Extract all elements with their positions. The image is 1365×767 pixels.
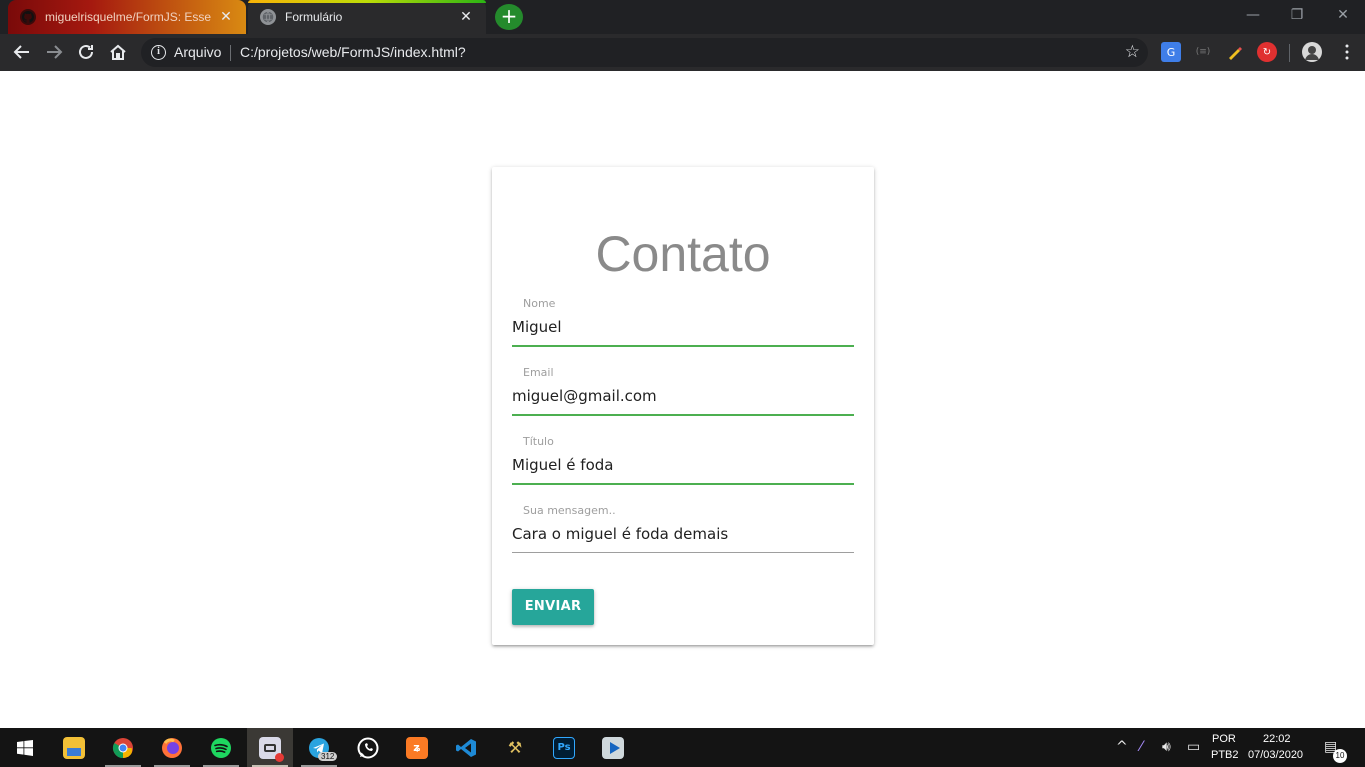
red-extension-icon[interactable]: ↻: [1257, 42, 1277, 62]
contact-form-card: Contato Nome Miguel Email miguel@gmail.c…: [492, 167, 874, 645]
globe-icon: [260, 9, 276, 25]
home-icon[interactable]: [105, 39, 131, 65]
windows-start-icon[interactable]: [2, 728, 48, 767]
pen-extension-icon[interactable]: [1225, 42, 1245, 62]
email-input[interactable]: miguel@gmail.com: [512, 387, 657, 405]
file-explorer-icon[interactable]: [51, 728, 97, 767]
language-top[interactable]: POR: [1212, 733, 1236, 745]
email-field[interactable]: Email miguel@gmail.com: [512, 366, 854, 426]
address-url[interactable]: C:/projetos/web/FormJS/index.html?: [240, 44, 466, 60]
tools-icon[interactable]: ⚒: [492, 728, 538, 767]
form-title: Contato: [595, 226, 771, 282]
menu-kebab-icon[interactable]: [1334, 39, 1360, 65]
tab-strip: miguelrisquelme/FormJS: Esse é ✕ Formulá…: [0, 0, 1365, 34]
address-bar[interactable]: i Arquivo C:/projetos/web/FormJS/index.h…: [141, 38, 1148, 67]
title-label: Título: [523, 435, 554, 448]
browser-toolbar: i Arquivo C:/projetos/web/FormJS/index.h…: [0, 34, 1365, 71]
info-icon[interactable]: i: [151, 45, 166, 60]
github-icon: [20, 9, 36, 25]
chevron-up-icon[interactable]: ^: [1116, 739, 1128, 755]
media-player-icon[interactable]: [590, 728, 636, 767]
forward-icon[interactable]: [41, 39, 67, 65]
photoshop-icon[interactable]: Ps: [541, 728, 587, 767]
message-underline: [512, 552, 854, 553]
title-field[interactable]: Título Miguel é foda: [512, 435, 854, 495]
capture-app-icon[interactable]: [247, 728, 293, 767]
spotify-icon[interactable]: [198, 728, 244, 767]
feather-tray-icon[interactable]: ⁄: [1140, 739, 1142, 755]
tab-close-icon[interactable]: ✕: [218, 9, 234, 25]
notification-count: 10: [1333, 749, 1347, 763]
telegram-icon[interactable]: 312: [296, 728, 342, 767]
address-scheme-label: Arquivo: [174, 44, 222, 60]
name-underline: [512, 345, 854, 347]
email-label: Email: [523, 366, 554, 379]
volume-icon[interactable]: 🔊︎: [1162, 739, 1171, 755]
message-input[interactable]: Cara o miguel é foda demais: [512, 525, 728, 543]
bookmark-star-icon[interactable]: ☆: [1125, 42, 1140, 62]
vscode-icon[interactable]: [443, 728, 489, 767]
firefox-icon[interactable]: [149, 728, 195, 767]
clock-date[interactable]: 07/03/2020: [1248, 749, 1303, 761]
restore-icon[interactable]: ❐: [1286, 4, 1308, 26]
address-divider: [230, 45, 231, 61]
windows-taskbar: 312 ʑ ⚒ Ps ^ ⁄ 🔊︎ ▭ POR PTB2 22:02 07/03…: [0, 728, 1365, 767]
minimize-icon[interactable]: —: [1242, 4, 1264, 26]
tab-close-icon[interactable]: ✕: [458, 9, 474, 25]
reload-icon[interactable]: [73, 39, 99, 65]
toolbar-divider: [1289, 44, 1290, 62]
back-icon[interactable]: [9, 39, 35, 65]
google-translate-icon[interactable]: G: [1161, 42, 1181, 62]
name-field[interactable]: Nome Miguel: [512, 297, 854, 357]
language-bottom[interactable]: PTB2: [1211, 749, 1239, 761]
message-label: Sua mensagem..: [523, 504, 616, 517]
whatsapp-icon[interactable]: [345, 728, 391, 767]
email-underline: [512, 414, 854, 416]
title-input[interactable]: Miguel é foda: [512, 456, 613, 474]
tab-github[interactable]: miguelrisquelme/FormJS: Esse é ✕: [8, 0, 246, 34]
title-underline: [512, 483, 854, 485]
extension-grey-icon[interactable]: (≡): [1193, 42, 1213, 62]
clock-time[interactable]: 22:02: [1263, 733, 1291, 745]
tab-title: miguelrisquelme/FormJS: Esse é: [45, 10, 212, 24]
new-tab-button[interactable]: +: [495, 4, 523, 30]
network-icon[interactable]: ▭: [1187, 739, 1200, 755]
close-window-icon[interactable]: ✕: [1332, 4, 1354, 26]
tab-title: Formulário: [285, 10, 343, 24]
profile-avatar-icon[interactable]: [1302, 42, 1322, 62]
chrome-icon[interactable]: [100, 728, 146, 767]
tab-formulario[interactable]: Formulário ✕: [248, 0, 486, 34]
name-label: Nome: [523, 297, 556, 310]
message-field[interactable]: Sua mensagem.. Cara o miguel é foda dema…: [512, 504, 854, 564]
name-input[interactable]: Miguel: [512, 318, 562, 336]
submit-button[interactable]: ENVIAR: [512, 589, 594, 625]
telegram-badge: 312: [318, 752, 338, 761]
xampp-icon[interactable]: ʑ: [394, 728, 440, 767]
page-content: Contato Nome Miguel Email miguel@gmail.c…: [0, 71, 1365, 728]
